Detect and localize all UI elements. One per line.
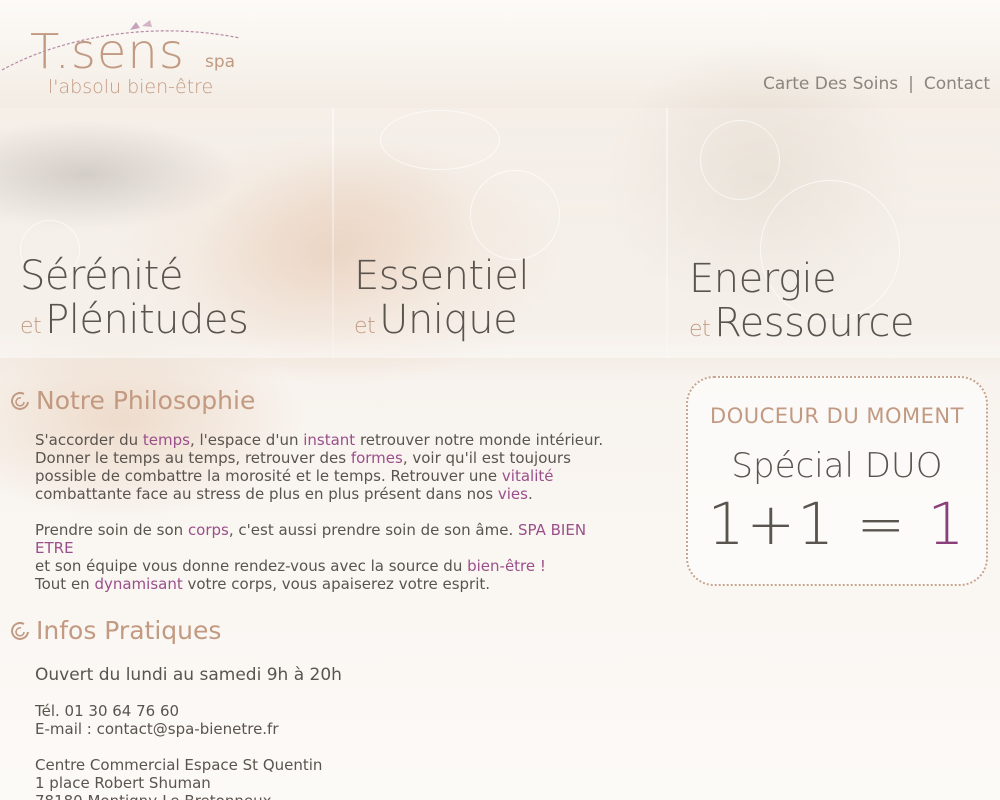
highlight-word: corps — [187, 521, 229, 539]
headline-line1: Essentiel — [354, 253, 529, 299]
text-fragment: . — [527, 485, 533, 503]
highlight-word: formes — [350, 449, 403, 467]
text-fragment: , l'espace d'un — [189, 431, 304, 449]
contact-block: Tél. 01 30 64 76 60 E-mail : contact@spa… — [35, 702, 535, 738]
logo-name: T.sens — [30, 24, 185, 80]
headline-essentiel: Essentiel et Unique — [354, 254, 529, 349]
address-line-2: 1 place Robert Shuman — [35, 774, 211, 792]
headline-serenite: Sérénité et Plénitudes — [20, 253, 249, 349]
philosophy-title-text: Notre Philosophie — [36, 386, 256, 415]
headline-et: et — [689, 317, 711, 342]
infos-title-text: Infos Pratiques — [36, 616, 222, 645]
promo-formula-result: 1 — [927, 490, 967, 558]
philosophy-paragraph-1: S'accorder du temps, l'espace d'un insta… — [35, 431, 625, 503]
decor-circle — [700, 120, 780, 200]
email-address[interactable]: E-mail : contact@spa-bienetre.fr — [35, 720, 535, 738]
infos-title: Infos Pratiques — [10, 616, 221, 645]
promo-title: DOUCEUR DU MOMENT — [710, 404, 964, 428]
decor-circle — [380, 110, 500, 170]
highlight-word: vies — [497, 485, 528, 503]
banner-divider — [666, 108, 668, 358]
opening-hours: Ouvert du lundi au samedi 9h à 20h — [35, 665, 342, 685]
text-fragment: et son équipe vous donne rendez-vous ave… — [35, 557, 468, 575]
highlight-word: bien-être ! — [467, 557, 546, 575]
site-logo[interactable]: T.sens spa l'absolu bien-être — [0, 8, 260, 103]
headline-line2-text: Unique — [379, 297, 518, 343]
philosophy-paragraph-2: Prendre soin de son corps, c'est aussi p… — [35, 521, 625, 593]
headline-line1: Energie — [689, 256, 837, 302]
text-fragment: Tout en — [35, 575, 95, 593]
swirl-icon — [11, 621, 29, 640]
text-fragment: votre corps, vous apaiserez votre esprit… — [182, 575, 491, 593]
nav-link-contact[interactable]: Contact — [924, 74, 990, 94]
swirl-icon — [11, 391, 29, 410]
philosophy-title: Notre Philosophie — [10, 386, 255, 415]
logo-tagline: l'absolu bien-être — [48, 76, 214, 98]
text-fragment: Prendre soin de son — [35, 521, 188, 539]
nav-separator: | — [908, 74, 914, 94]
address-line-3: 78180 Montigny-Le-Bretonneux — [35, 792, 535, 800]
banner-divider — [332, 108, 334, 358]
headline-line2-text: Plénitudes — [45, 297, 249, 343]
top-nav: Carte Des Soins | Contact — [763, 74, 990, 94]
promo-subtitle: Spécial DUO — [731, 446, 943, 486]
promo-box[interactable]: DOUCEUR DU MOMENT Spécial DUO 1+1 = 1 — [686, 376, 988, 586]
promo-formula: 1+1 = 1 — [688, 492, 986, 556]
headline-line2: et Unique — [354, 298, 529, 349]
headline-line2-text: Ressource — [714, 300, 914, 346]
philosophy-text: S'accorder du temps, l'espace d'un insta… — [35, 431, 625, 611]
headline-et: et — [354, 314, 376, 339]
address-line-1: Centre Commercial Espace St Quentin — [35, 756, 323, 774]
highlight-word: temps — [142, 431, 190, 449]
nav-link-carte-des-soins[interactable]: Carte Des Soins — [763, 74, 898, 94]
decor-circle — [470, 170, 560, 260]
infos-text: Ouvert du lundi au samedi 9h à 20h Tél. … — [35, 666, 535, 800]
highlight-word: dynamisant — [94, 575, 183, 593]
headline-line2: et Ressource — [689, 301, 914, 352]
text-fragment: , c'est aussi prendre soin de son âme. — [228, 521, 518, 539]
headline-line1: Sérénité — [20, 253, 183, 299]
headline-line2: et Plénitudes — [20, 297, 249, 349]
text-fragment: S'accorder du — [35, 431, 143, 449]
promo-formula-left: 1+1 = — [707, 490, 928, 558]
headline-et: et — [20, 314, 42, 339]
phone-number: Tél. 01 30 64 76 60 — [35, 702, 180, 720]
headline-energie: Energie et Ressource — [689, 257, 914, 352]
address-block: Centre Commercial Espace St Quentin 1 pl… — [35, 756, 535, 800]
text-fragment: combattante face au stress de plus en pl… — [35, 485, 498, 503]
highlight-word: instant — [303, 431, 356, 449]
highlight-word: vitalité — [501, 467, 554, 485]
logo-suffix: spa — [205, 52, 236, 72]
